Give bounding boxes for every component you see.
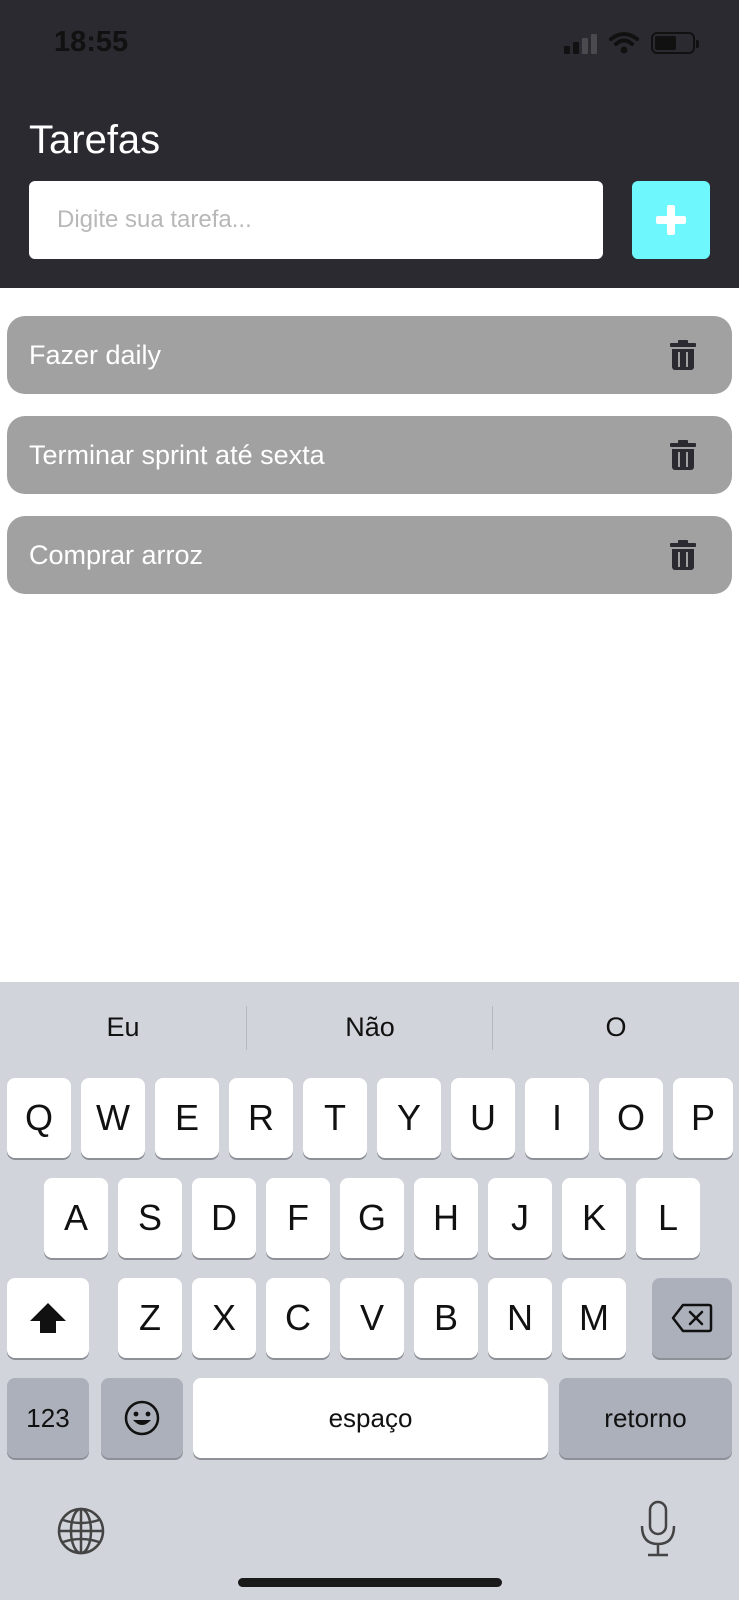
globe-icon[interactable]: [56, 1506, 106, 1556]
shift-key[interactable]: [7, 1278, 89, 1358]
task-text: Comprar arroz: [29, 539, 204, 570]
space-key[interactable]: espaço: [193, 1378, 548, 1458]
app-header: 18:55 Tarefas: [0, 0, 739, 288]
backspace-key[interactable]: [652, 1278, 732, 1358]
task-list: Fazer daily Terminar sprint até sexta Co…: [7, 316, 732, 616]
task-item[interactable]: Terminar sprint até sexta: [7, 416, 732, 494]
key-a[interactable]: A: [44, 1178, 108, 1258]
page-title: Tarefas: [29, 118, 161, 162]
key-o[interactable]: O: [599, 1078, 663, 1158]
key-h[interactable]: H: [414, 1178, 478, 1258]
add-task-button[interactable]: [632, 181, 710, 259]
battery-icon: [651, 32, 699, 54]
key-y[interactable]: Y: [377, 1078, 441, 1158]
task-item[interactable]: Comprar arroz: [7, 516, 732, 594]
status-icons: [564, 30, 699, 56]
key-b[interactable]: B: [414, 1278, 478, 1358]
task-item[interactable]: Fazer daily: [7, 316, 732, 394]
suggestion-2[interactable]: Não: [247, 982, 493, 1072]
key-i[interactable]: I: [525, 1078, 589, 1158]
key-v[interactable]: V: [340, 1278, 404, 1358]
key-r[interactable]: R: [229, 1078, 293, 1158]
key-f[interactable]: F: [266, 1178, 330, 1258]
task-text: Terminar sprint até sexta: [29, 439, 325, 470]
suggestion-3[interactable]: O: [493, 982, 739, 1072]
backspace-icon: [671, 1303, 713, 1333]
emoji-icon: [124, 1400, 160, 1436]
key-q[interactable]: Q: [7, 1078, 71, 1158]
plus-icon: [656, 205, 686, 235]
key-g[interactable]: G: [340, 1178, 404, 1258]
wifi-icon: [609, 32, 639, 54]
key-z[interactable]: Z: [118, 1278, 182, 1358]
task-input[interactable]: [29, 181, 603, 259]
key-m[interactable]: M: [562, 1278, 626, 1358]
key-n[interactable]: N: [488, 1278, 552, 1358]
key-k[interactable]: K: [562, 1178, 626, 1258]
keyboard: Eu Não O Q W E R T Y U I O P A S D F G H…: [0, 982, 739, 1600]
trash-icon[interactable]: [670, 440, 696, 470]
trash-icon[interactable]: [670, 340, 696, 370]
microphone-icon[interactable]: [638, 1500, 678, 1558]
key-j[interactable]: J: [488, 1178, 552, 1258]
key-u[interactable]: U: [451, 1078, 515, 1158]
emoji-key[interactable]: [101, 1378, 183, 1458]
key-l[interactable]: L: [636, 1178, 700, 1258]
key-d[interactable]: D: [192, 1178, 256, 1258]
trash-icon[interactable]: [670, 540, 696, 570]
home-indicator: [238, 1578, 502, 1587]
key-t[interactable]: T: [303, 1078, 367, 1158]
key-x[interactable]: X: [192, 1278, 256, 1358]
suggestion-1[interactable]: Eu: [0, 982, 246, 1072]
key-c[interactable]: C: [266, 1278, 330, 1358]
shift-arrow-icon: [30, 1303, 66, 1333]
key-s[interactable]: S: [118, 1178, 182, 1258]
numbers-key[interactable]: 123: [7, 1378, 89, 1458]
key-w[interactable]: W: [81, 1078, 145, 1158]
key-p[interactable]: P: [673, 1078, 733, 1158]
cellular-signal-icon: [564, 32, 597, 54]
status-time: 18:55: [54, 26, 129, 58]
task-text: Fazer daily: [29, 339, 162, 370]
key-e[interactable]: E: [155, 1078, 219, 1158]
return-key[interactable]: retorno: [559, 1378, 732, 1458]
suggestion-bar: Eu Não O: [0, 982, 739, 1072]
